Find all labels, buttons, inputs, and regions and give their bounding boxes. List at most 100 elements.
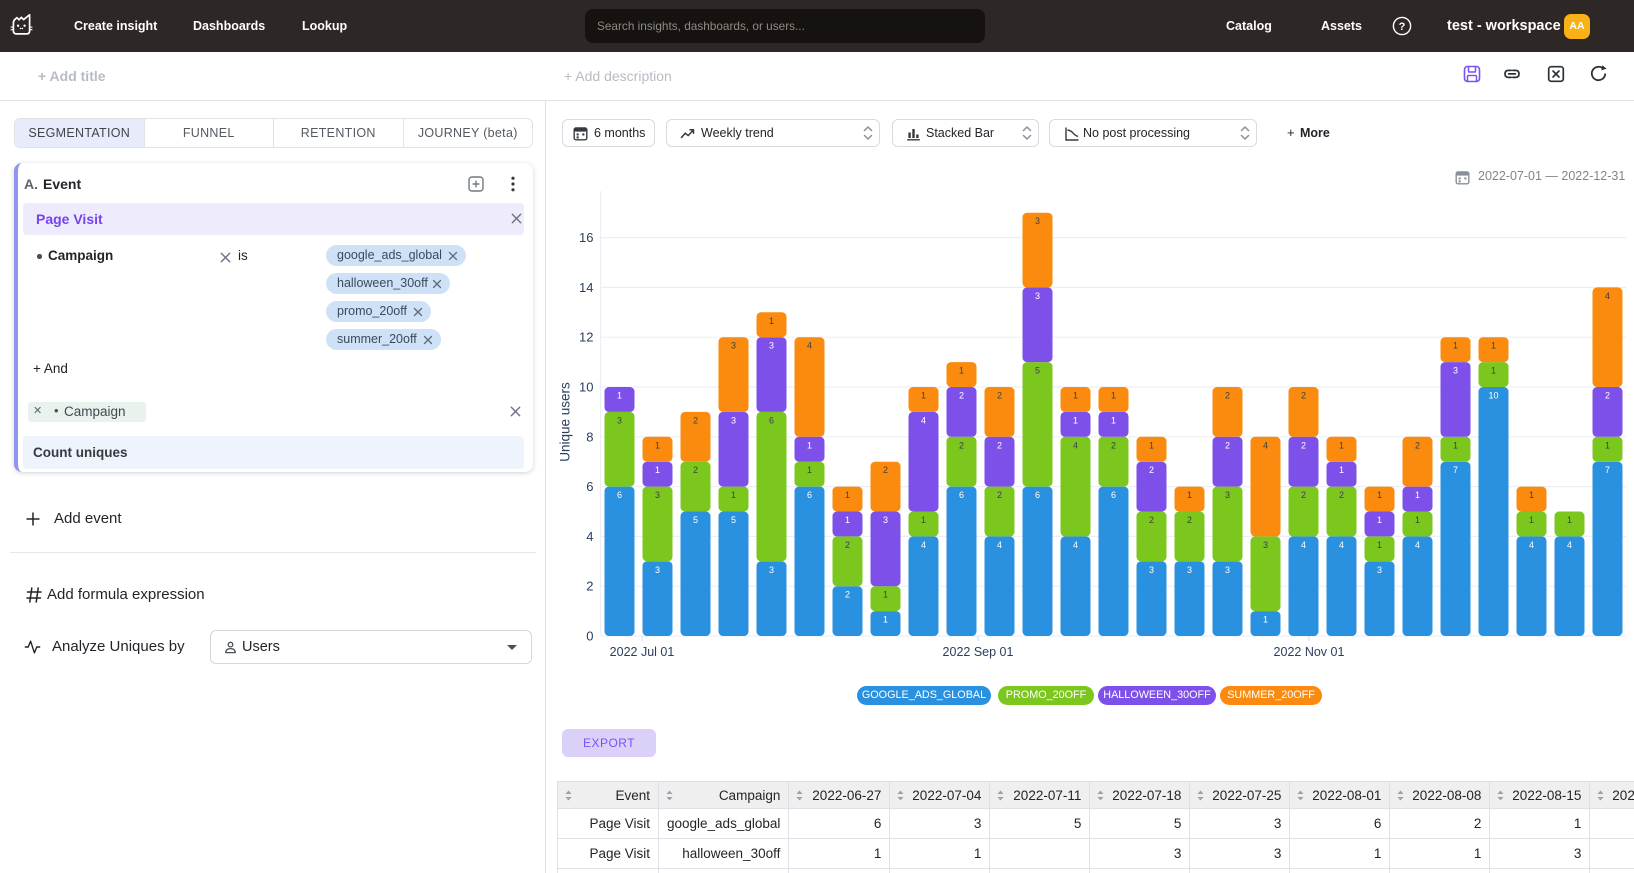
svg-text:14: 14 bbox=[579, 280, 593, 295]
svg-text:2: 2 bbox=[1301, 490, 1306, 500]
svg-text:2: 2 bbox=[883, 465, 888, 475]
svg-text:6: 6 bbox=[1111, 490, 1116, 500]
svg-text:1: 1 bbox=[1187, 490, 1192, 500]
svg-text:1: 1 bbox=[1491, 366, 1496, 376]
svg-text:7: 7 bbox=[1453, 465, 1458, 475]
svg-text:2: 2 bbox=[1225, 391, 1230, 401]
svg-text:1: 1 bbox=[1377, 540, 1382, 550]
svg-text:3: 3 bbox=[1377, 565, 1382, 575]
svg-text:3: 3 bbox=[617, 415, 622, 425]
svg-text:2: 2 bbox=[1605, 391, 1610, 401]
svg-text:1: 1 bbox=[959, 366, 964, 376]
svg-text:4: 4 bbox=[1339, 540, 1344, 550]
svg-text:2: 2 bbox=[1301, 440, 1306, 450]
svg-text:3: 3 bbox=[1225, 490, 1230, 500]
svg-text:1: 1 bbox=[1339, 440, 1344, 450]
svg-text:2: 2 bbox=[586, 579, 593, 594]
svg-text:7: 7 bbox=[1605, 465, 1610, 475]
svg-text:1: 1 bbox=[1453, 341, 1458, 351]
svg-text:6: 6 bbox=[1035, 490, 1040, 500]
svg-text:1: 1 bbox=[883, 590, 888, 600]
svg-text:2022 Jul 01: 2022 Jul 01 bbox=[610, 645, 675, 659]
svg-text:4: 4 bbox=[1073, 540, 1078, 550]
svg-text:3: 3 bbox=[1035, 216, 1040, 226]
svg-text:1: 1 bbox=[883, 615, 888, 625]
svg-text:2: 2 bbox=[1111, 440, 1116, 450]
svg-text:1: 1 bbox=[1073, 415, 1078, 425]
svg-text:3: 3 bbox=[731, 415, 736, 425]
svg-text:1: 1 bbox=[921, 391, 926, 401]
svg-text:4: 4 bbox=[921, 415, 926, 425]
svg-text:6: 6 bbox=[959, 490, 964, 500]
svg-text:3: 3 bbox=[883, 515, 888, 525]
svg-text:1: 1 bbox=[1491, 341, 1496, 351]
svg-text:3: 3 bbox=[1263, 540, 1268, 550]
svg-text:1: 1 bbox=[1377, 515, 1382, 525]
svg-text:1: 1 bbox=[1111, 391, 1116, 401]
svg-text:1: 1 bbox=[769, 316, 774, 326]
svg-text:1: 1 bbox=[807, 440, 812, 450]
svg-text:1: 1 bbox=[1529, 490, 1534, 500]
svg-text:3: 3 bbox=[731, 341, 736, 351]
svg-text:4: 4 bbox=[1529, 540, 1534, 550]
svg-text:1: 1 bbox=[655, 465, 660, 475]
svg-text:6: 6 bbox=[586, 479, 593, 494]
svg-text:4: 4 bbox=[1263, 440, 1268, 450]
svg-text:1: 1 bbox=[845, 515, 850, 525]
svg-text:1: 1 bbox=[845, 490, 850, 500]
svg-text:2022 Nov 01: 2022 Nov 01 bbox=[1274, 645, 1345, 659]
svg-text:1: 1 bbox=[617, 391, 622, 401]
svg-text:1: 1 bbox=[1377, 490, 1382, 500]
svg-text:3: 3 bbox=[655, 565, 660, 575]
svg-text:2: 2 bbox=[1225, 440, 1230, 450]
svg-text:1: 1 bbox=[1453, 440, 1458, 450]
svg-text:5: 5 bbox=[1035, 366, 1040, 376]
svg-text:5: 5 bbox=[693, 515, 698, 525]
svg-text:3: 3 bbox=[769, 565, 774, 575]
svg-text:3: 3 bbox=[1453, 366, 1458, 376]
svg-text:2: 2 bbox=[1339, 490, 1344, 500]
svg-text:1: 1 bbox=[1073, 391, 1078, 401]
svg-text:4: 4 bbox=[1415, 540, 1420, 550]
svg-text:1: 1 bbox=[807, 465, 812, 475]
svg-text:2: 2 bbox=[997, 391, 1002, 401]
svg-text:2: 2 bbox=[845, 590, 850, 600]
svg-text:1: 1 bbox=[1111, 415, 1116, 425]
svg-text:12: 12 bbox=[579, 330, 593, 345]
svg-text:5: 5 bbox=[731, 515, 736, 525]
svg-text:4: 4 bbox=[997, 540, 1002, 550]
svg-text:1: 1 bbox=[655, 440, 660, 450]
svg-text:Unique users: Unique users bbox=[558, 382, 573, 462]
svg-text:?: ? bbox=[1399, 21, 1406, 33]
svg-text:2: 2 bbox=[1149, 465, 1154, 475]
svg-text:8: 8 bbox=[586, 429, 593, 444]
svg-text:2: 2 bbox=[997, 490, 1002, 500]
svg-text:2022 Sep 01: 2022 Sep 01 bbox=[943, 645, 1014, 659]
svg-text:16: 16 bbox=[579, 230, 593, 245]
svg-text:1: 1 bbox=[1415, 515, 1420, 525]
svg-text:2: 2 bbox=[1301, 391, 1306, 401]
svg-text:2: 2 bbox=[959, 440, 964, 450]
svg-text:2: 2 bbox=[1415, 440, 1420, 450]
svg-text:2: 2 bbox=[693, 465, 698, 475]
svg-text:2: 2 bbox=[693, 415, 698, 425]
svg-text:10: 10 bbox=[579, 380, 593, 395]
svg-text:4: 4 bbox=[586, 529, 593, 544]
svg-text:1: 1 bbox=[1605, 440, 1610, 450]
svg-text:6: 6 bbox=[769, 415, 774, 425]
svg-text:3: 3 bbox=[1225, 565, 1230, 575]
svg-text:0: 0 bbox=[586, 629, 593, 644]
svg-text:1: 1 bbox=[731, 490, 736, 500]
svg-text:6: 6 bbox=[807, 490, 812, 500]
svg-text:6: 6 bbox=[617, 490, 622, 500]
svg-text:3: 3 bbox=[1149, 565, 1154, 575]
svg-text:3: 3 bbox=[769, 341, 774, 351]
svg-text:1: 1 bbox=[1529, 515, 1534, 525]
svg-text:1: 1 bbox=[921, 515, 926, 525]
svg-text:3: 3 bbox=[1035, 291, 1040, 301]
svg-text:10: 10 bbox=[1488, 391, 1498, 401]
svg-text:2: 2 bbox=[997, 440, 1002, 450]
svg-text:4: 4 bbox=[1567, 540, 1572, 550]
svg-text:1: 1 bbox=[1567, 515, 1572, 525]
svg-text:2: 2 bbox=[1187, 515, 1192, 525]
